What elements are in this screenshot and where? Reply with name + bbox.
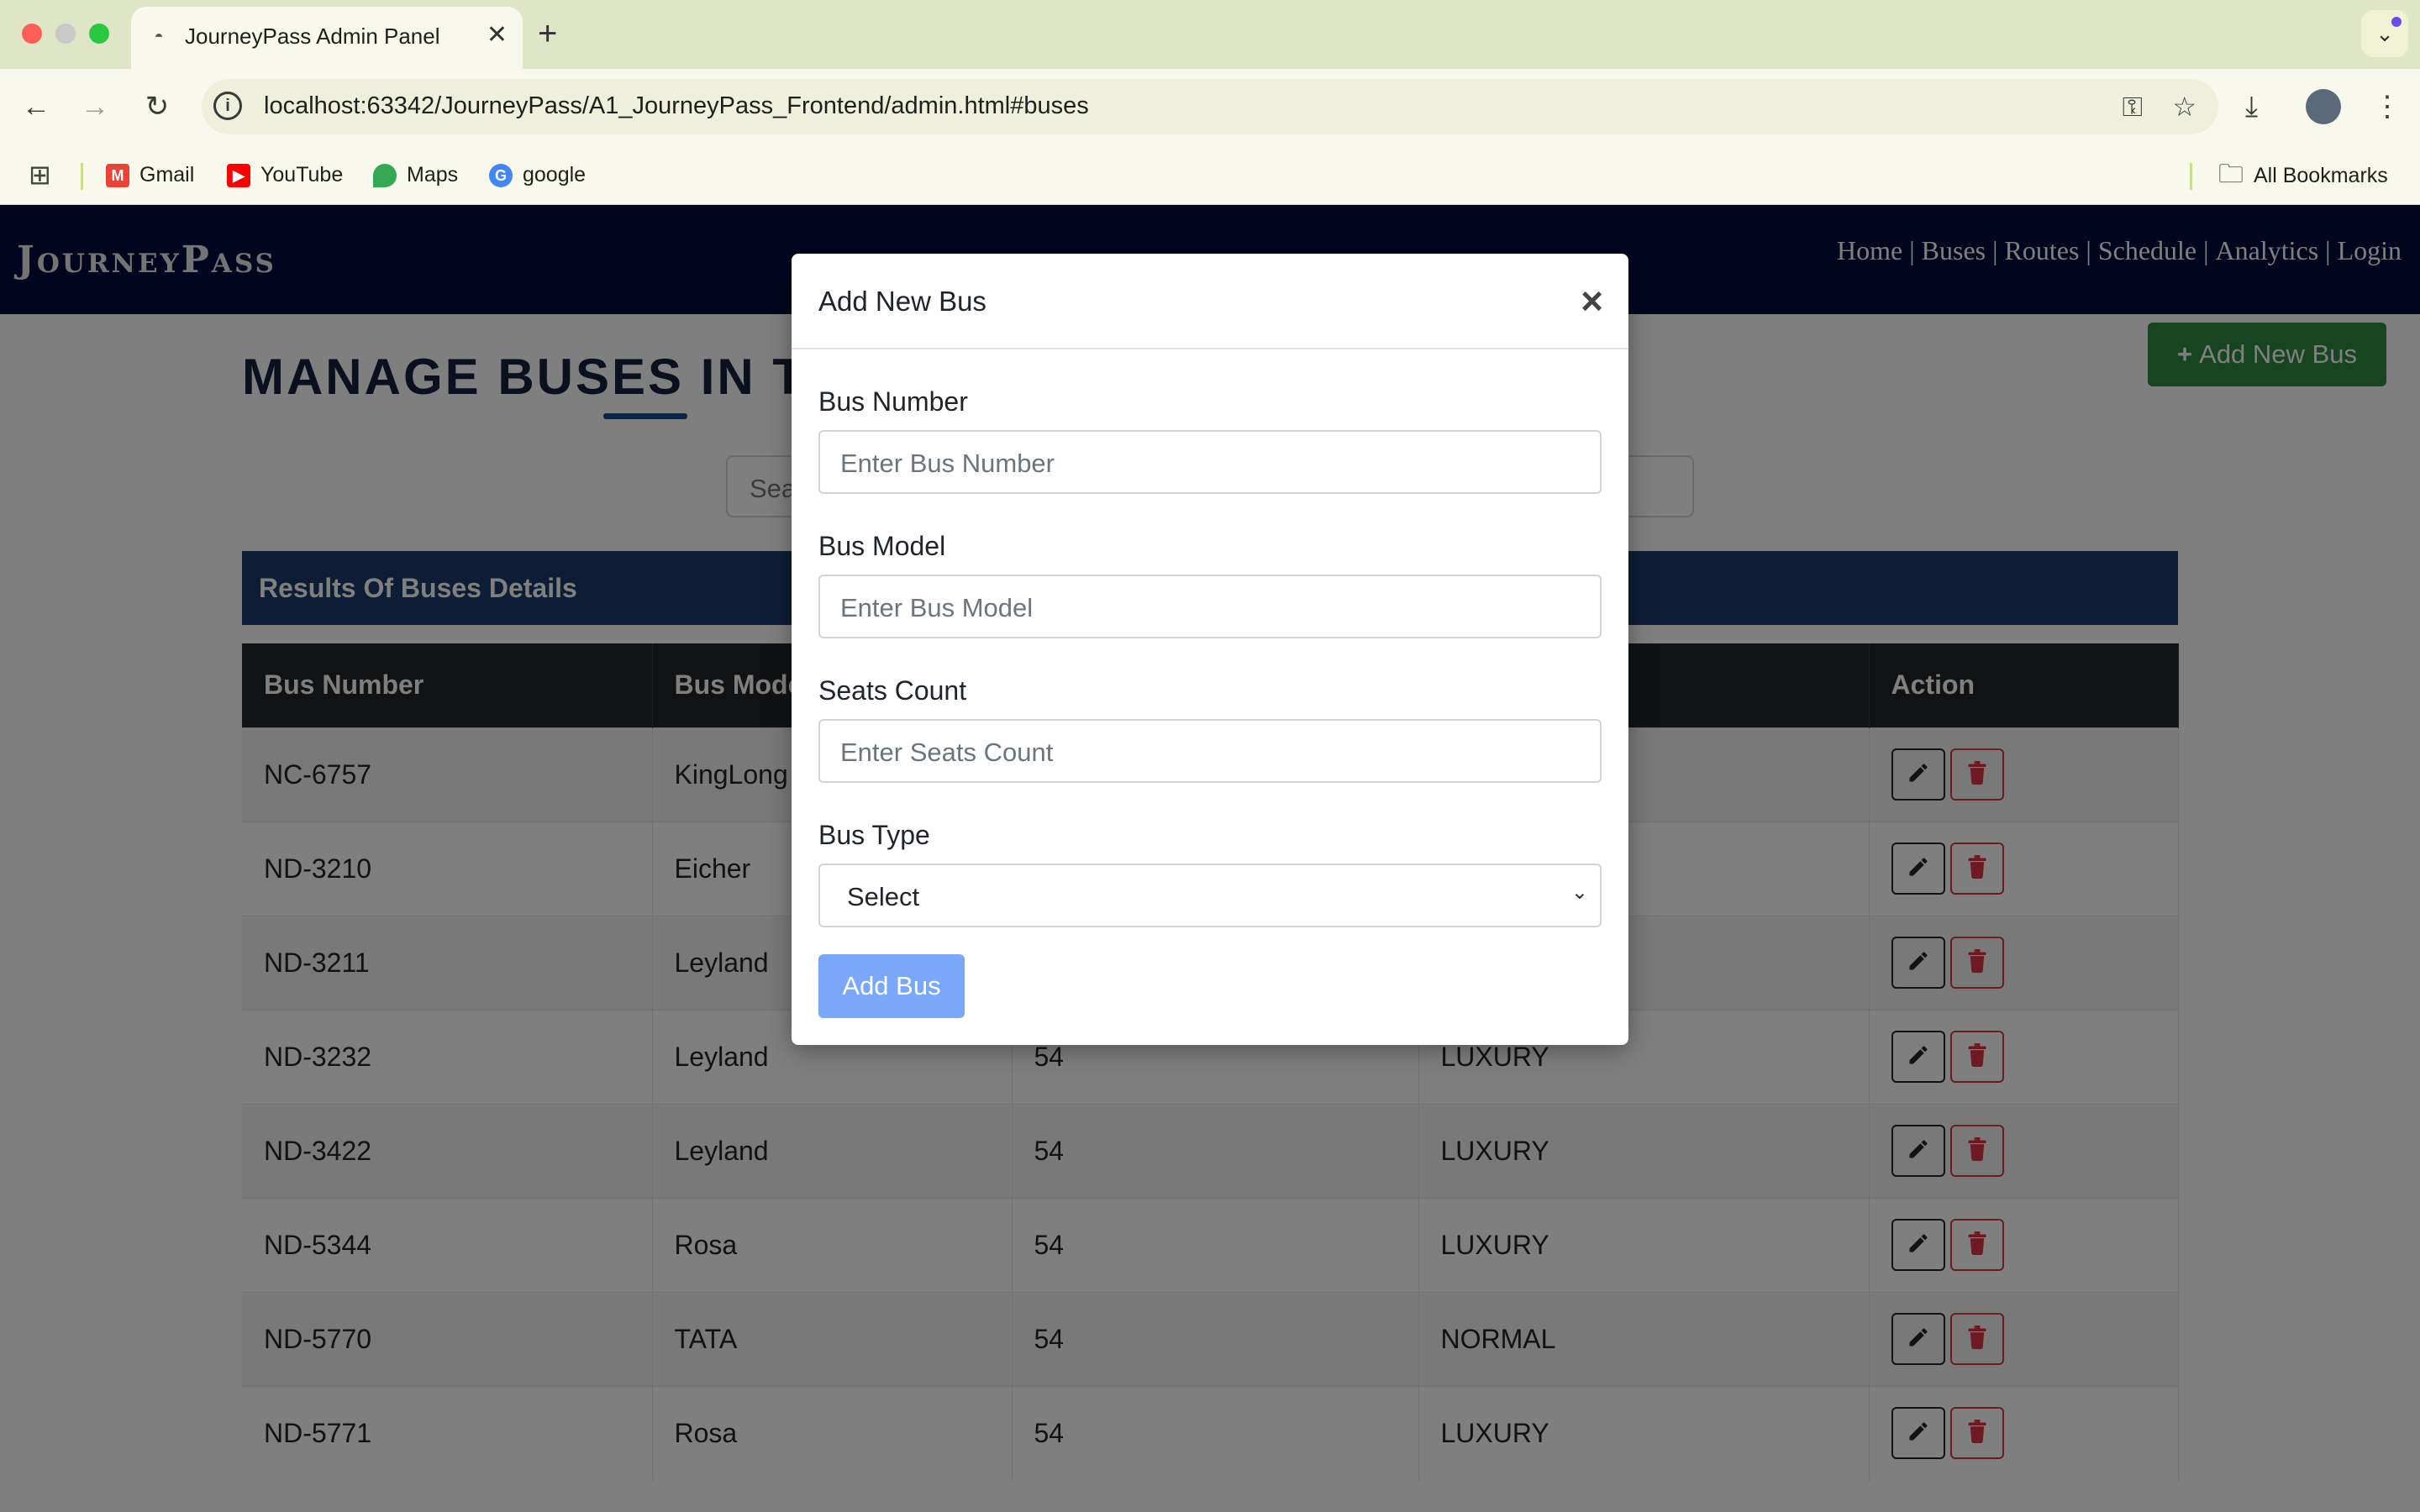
browser-tab[interactable]: ◓ JourneyPass Admin Panel ✕ — [131, 7, 523, 69]
bus-type-select[interactable]: Select ⌄ — [818, 864, 1602, 927]
back-arrow-icon[interactable]: ← — [17, 87, 55, 126]
apps-grid-icon[interactable]: ⊞ — [29, 161, 51, 188]
new-tab-icon[interactable]: + — [538, 13, 557, 54]
bookmark-youtube[interactable]: ▶ YouTube — [227, 161, 343, 188]
url-text: localhost:63342/JourneyPass/A1_JourneyPa… — [264, 92, 1089, 119]
bookmarks-bar: ⊞ M Gmail ▶ YouTube Maps Ggoogle 🗀 All Book… — [0, 144, 2420, 205]
tab-title: JourneyPass Admin Panel — [185, 24, 440, 49]
add-bus-button[interactable]: Add Bus — [818, 954, 965, 1018]
bus-model-label: Bus Model — [818, 531, 946, 561]
download-icon[interactable]: ⤓ — [2245, 87, 2258, 126]
bookmark-separator — [81, 163, 83, 190]
bookmark-label: Maps — [407, 163, 459, 186]
tab-search-button[interactable]: ⌄ — [2361, 10, 2408, 57]
browser-tab-bar: ◓ JourneyPass Admin Panel ✕ + ⌄ — [0, 0, 2420, 69]
forward-arrow-icon[interactable]: → — [76, 87, 114, 126]
modal-header: Add New Bus × — [792, 254, 1628, 349]
bus-model-placeholder: Enter Bus Model — [840, 593, 1034, 622]
bookmark-label: YouTube — [260, 163, 344, 186]
bus-type-value: Select — [847, 882, 920, 911]
web-page: JourneyPass Home|Buses|Routes|Schedule|A… — [0, 205, 2420, 1512]
bus-favicon-icon: ◓ — [154, 28, 164, 45]
modal-title: Add New Bus — [818, 286, 986, 317]
youtube-icon: ▶ — [227, 164, 250, 188]
bookmark-gmail[interactable]: M Gmail — [106, 161, 194, 188]
bookmark-label: google — [523, 163, 587, 186]
password-key-icon[interactable]: ⚿ — [2123, 91, 2143, 123]
bookmark-separator — [2190, 163, 2192, 190]
profile-avatar[interactable] — [2306, 89, 2341, 124]
minimize-window-button[interactable] — [55, 24, 76, 44]
reload-icon[interactable]: ↻ — [138, 87, 176, 126]
close-icon[interactable]: × — [1581, 281, 1603, 320]
close-tab-icon[interactable]: ✕ — [487, 20, 508, 50]
bus-number-placeholder: Enter Bus Number — [840, 449, 1055, 478]
bookmark-star-icon[interactable]: ☆ — [2172, 91, 2196, 123]
google-icon: G — [489, 164, 513, 188]
bus-number-label: Bus Number — [818, 386, 968, 417]
bus-type-label: Bus Type — [818, 820, 930, 850]
bookmark-maps[interactable]: Maps — [373, 161, 458, 188]
seats-count-label: Seats Count — [818, 675, 967, 706]
seats-count-input[interactable]: Enter Seats Count — [818, 719, 1602, 783]
gmail-icon: M — [106, 164, 129, 188]
site-info-icon[interactable]: i — [213, 92, 242, 120]
chevron-down-icon: ⌄ — [1570, 881, 1588, 904]
bookmark-google[interactable]: Ggoogle — [489, 161, 586, 188]
address-bar[interactable]: i localhost:63342/JourneyPass/A1_Journey… — [202, 79, 2218, 134]
close-window-button[interactable] — [22, 24, 42, 44]
notification-dot — [2391, 17, 2402, 27]
seats-count-placeholder: Enter Seats Count — [840, 738, 1054, 767]
bus-number-input[interactable]: Enter Bus Number — [818, 430, 1602, 494]
maximize-window-button[interactable] — [89, 24, 109, 44]
maps-pin-icon — [373, 164, 397, 188]
browser-toolbar: ← → ↻ i localhost:63342/JourneyPass/A1_J… — [0, 69, 2420, 144]
browser-menu-icon[interactable]: ⋮ — [2373, 87, 2402, 126]
bookmark-label: Gmail — [139, 163, 195, 186]
all-bookmarks-label: All Bookmarks — [2254, 164, 2388, 187]
bus-model-input[interactable]: Enter Bus Model — [818, 575, 1602, 638]
folder-icon: 🗀 — [2218, 160, 2244, 188]
all-bookmarks[interactable]: 🗀 All Bookmarks — [2218, 161, 2388, 189]
add-bus-modal: Add New Bus × Bus Number Enter Bus Numbe… — [792, 254, 1628, 1045]
